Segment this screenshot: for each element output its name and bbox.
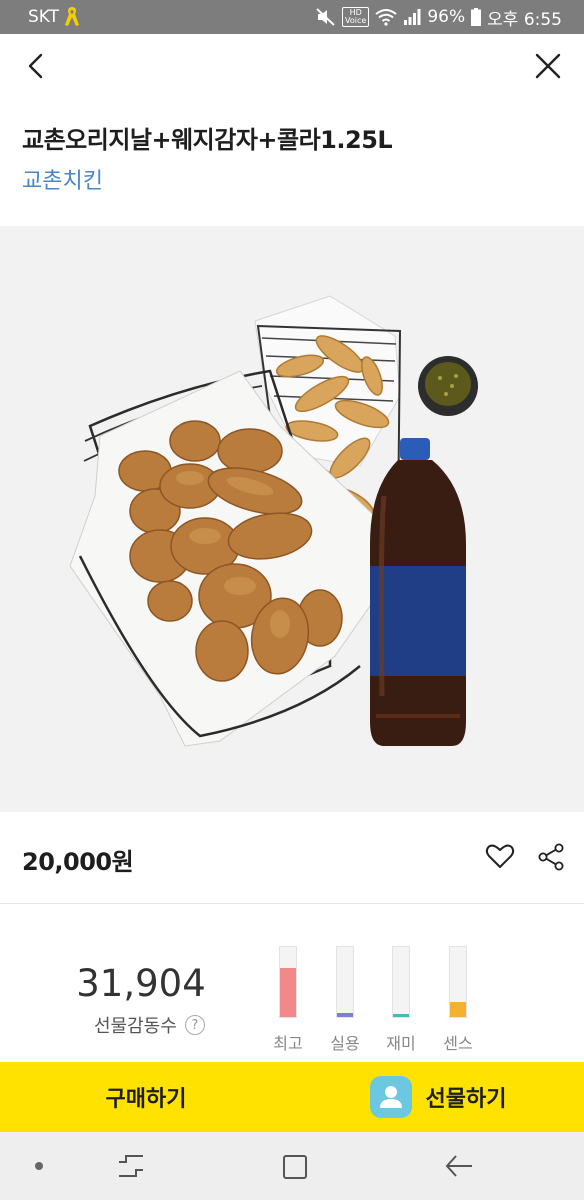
ribbon-icon [65,7,80,26]
score-bar-fun [392,946,410,1018]
header [0,34,584,102]
home-icon[interactable] [282,1154,308,1180]
android-nav-bar [0,1132,584,1200]
product-image [0,226,584,812]
close-icon[interactable] [530,48,566,84]
buy-button-label: 구매하기 [105,1087,187,1112]
action-bar: 구매하기 선물하기 [0,1062,584,1132]
clock: 오후 6:55 [487,9,562,30]
gift-button-label: 선물하기 [425,1087,507,1112]
score-bar-label: 최고 [273,1034,303,1053]
carrier-label: SKT [28,7,60,27]
score-bar-label: 실용 [330,1034,360,1053]
score-bar-label: 재미 [386,1034,416,1053]
score-bar-fill [393,1014,409,1017]
score-bar-label: 센스 [443,1034,473,1053]
gift-button[interactable]: 선물하기 [292,1062,584,1132]
divider [0,903,584,904]
battery-icon [471,8,482,26]
battery-percent: 96% [427,7,466,27]
product-detail-page: SKT HD Voice 96% 오후 6:55 교촌오리지날+웨지감자+콜라1… [0,0,584,1200]
back-arrow-icon[interactable] [444,1152,474,1180]
hd-voice-icon: HD Voice [342,7,370,27]
user-avatar-icon [369,1076,412,1118]
signal-icon [404,9,421,25]
score-bar-fill [280,968,296,1017]
brand-link[interactable]: 교촌치킨 [22,163,103,195]
chevron-left-icon[interactable] [20,48,56,84]
gift-score-value: 31,904 [76,962,206,1005]
product-title: 교촌오리지날+웨지감자+콜라1.25L [22,126,393,154]
help-icon[interactable]: ? [184,1015,205,1035]
score-bar-sense [449,946,467,1018]
gift-score-label: 선물감동수 [94,1016,177,1037]
score-bar-best [279,946,297,1018]
score-bar-fill [450,1002,466,1017]
status-bar: SKT HD Voice 96% 오후 6:55 [0,0,584,34]
price: 20,000원 [22,848,134,876]
gift-score-label-row: 선물감동수 ? [94,1012,205,1038]
nav-dot-icon[interactable] [35,1162,43,1170]
wifi-icon [375,9,397,26]
score-bar-practical [336,946,354,1018]
product-photo [69,295,478,747]
recent-apps-icon[interactable] [116,1152,146,1180]
score-bar-fill [337,1012,353,1017]
heart-icon[interactable] [484,840,516,872]
buy-button[interactable]: 구매하기 [0,1062,292,1132]
mute-icon [316,8,335,26]
share-icon[interactable] [536,842,566,872]
